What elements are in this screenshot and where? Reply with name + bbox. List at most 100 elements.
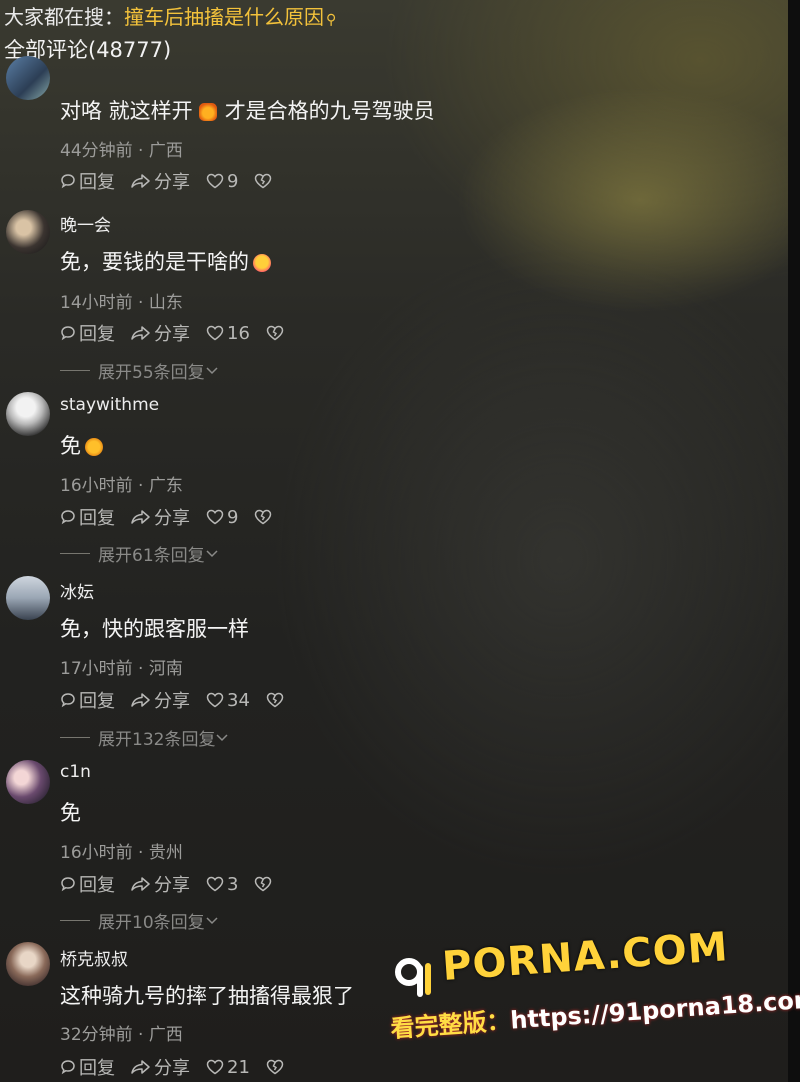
reply-button[interactable]: 回复 — [60, 504, 115, 530]
expand-divider — [60, 737, 90, 738]
reply-button[interactable]: 回复 — [60, 1054, 115, 1080]
reply-bubble-icon — [61, 510, 75, 525]
expand-replies-button[interactable]: 展开55条回复 — [60, 358, 219, 383]
comment-username[interactable]: 晚一会 — [60, 211, 111, 236]
comment-username[interactable]: 冰妘 — [60, 578, 94, 603]
heart-icon — [206, 509, 224, 525]
reply-button[interactable]: 回复 — [60, 687, 115, 713]
like-button[interactable]: 9 — [206, 171, 238, 192]
like-button[interactable]: 3 — [206, 874, 238, 895]
reply-button[interactable]: 回复 — [60, 320, 115, 346]
search-term-link[interactable]: 撞车后抽搐是什么原因 — [124, 5, 324, 29]
like-button[interactable]: 9 — [206, 507, 238, 528]
comments-total: 全部评论(48777) — [4, 38, 172, 62]
comment-text-part: 免，快的跟客服一样 — [60, 617, 249, 641]
avatar[interactable] — [6, 576, 50, 620]
expand-replies-button[interactable]: 展开10条回复 — [60, 908, 219, 933]
comment-meta: 14小时前 · 山东 — [60, 293, 183, 313]
avatar[interactable] — [6, 392, 50, 436]
comment-meta: 16小时前 · 广东 — [60, 476, 183, 496]
comments-header: 大家都在搜：撞车后抽搐是什么原因 ⚲ 全部评论(48777) — [4, 2, 336, 65]
comment-username[interactable]: c1n — [60, 762, 91, 782]
comment-meta: 32分钟前 · 广西 — [60, 1025, 183, 1045]
comment-text: 免 — [60, 430, 103, 460]
dislike-button[interactable] — [254, 876, 275, 892]
reply-label: 回复 — [79, 1058, 115, 1079]
share-button[interactable]: 分享 — [131, 320, 190, 346]
comment-text-part: 才是合格的九号驾驶员 — [224, 99, 435, 123]
avatar[interactable] — [6, 942, 50, 986]
like-count: 3 — [227, 873, 239, 895]
like-count: 16 — [227, 322, 250, 344]
like-count: 9 — [227, 506, 239, 528]
angry-face-emoji-icon — [85, 438, 103, 456]
like-button[interactable]: 21 — [206, 1057, 250, 1078]
share-arrow-icon — [131, 693, 150, 707]
reply-label: 回复 — [79, 508, 115, 529]
thumbs-up-emoji-icon — [198, 103, 217, 121]
share-label: 分享 — [154, 324, 190, 345]
chevron-down-icon — [206, 366, 218, 374]
reply-bubble-icon — [61, 1060, 75, 1075]
like-count: 21 — [227, 1056, 250, 1078]
watermark-url-text: https://91porna18.com — [509, 985, 800, 1035]
comment-meta: 17小时前 · 河南 — [60, 659, 183, 679]
avatar[interactable] — [6, 760, 50, 804]
broken-heart-icon — [255, 509, 272, 525]
comment-meta: 44分钟前 · 广西 — [60, 141, 183, 161]
reply-label: 回复 — [79, 172, 115, 193]
dislike-button[interactable] — [266, 692, 287, 708]
expand-replies-button[interactable]: 展开61条回复 — [60, 541, 219, 566]
share-arrow-icon — [131, 1060, 150, 1074]
search-suggestion[interactable]: 大家都在搜：撞车后抽搐是什么原因 ⚲ — [4, 2, 336, 35]
right-edge-strip — [788, 0, 800, 1082]
dislike-button[interactable] — [266, 325, 287, 341]
comment-actions: 回复 分享 34 — [60, 687, 303, 713]
search-icon: ⚲ — [326, 12, 337, 28]
comment-text-part: 免 — [60, 434, 81, 458]
share-button[interactable]: 分享 — [131, 504, 190, 530]
expand-divider — [60, 370, 90, 371]
heart-icon — [206, 1059, 224, 1075]
expand-replies-button[interactable]: 展开132条回复 — [60, 725, 229, 750]
share-arrow-icon — [131, 510, 150, 524]
heart-icon — [206, 173, 224, 189]
comment-username[interactable]: staywithme — [60, 395, 159, 415]
comment-actions: 回复 分享 16 — [60, 320, 303, 346]
share-label: 分享 — [154, 691, 190, 712]
comment-text-part: 免，要钱的是干啥的 — [60, 250, 249, 274]
share-button[interactable]: 分享 — [131, 168, 190, 194]
heart-icon — [206, 876, 224, 892]
avatar[interactable] — [6, 210, 50, 254]
broken-heart-icon — [266, 325, 284, 341]
reply-bubble-icon — [61, 326, 75, 341]
reply-button[interactable]: 回复 — [60, 871, 115, 897]
blushing-face-emoji-icon — [253, 254, 271, 272]
broken-heart-icon — [255, 173, 272, 189]
share-label: 分享 — [154, 1058, 190, 1079]
share-button[interactable]: 分享 — [131, 687, 190, 713]
dislike-button[interactable] — [266, 1059, 287, 1075]
dislike-button[interactable] — [254, 509, 275, 525]
heart-icon — [206, 692, 224, 708]
comment-username[interactable]: 桥克叔叔 — [60, 945, 128, 970]
reply-bubble-icon — [61, 693, 75, 708]
comment-text-part: 对咯 就这样开 — [60, 99, 193, 123]
comment-actions: 回复 分享 9 — [60, 504, 291, 530]
reply-label: 回复 — [79, 691, 115, 712]
comment-text-part: 免 — [60, 801, 81, 825]
like-button[interactable]: 16 — [206, 323, 250, 344]
share-button[interactable]: 分享 — [131, 871, 190, 897]
reply-button[interactable]: 回复 — [60, 168, 115, 194]
like-button[interactable]: 34 — [206, 690, 250, 711]
comment-actions: 回复 分享 9 — [60, 168, 291, 194]
dislike-button[interactable] — [254, 173, 275, 189]
comment-text: 免，要钱的是干啥的 — [60, 246, 271, 276]
share-button[interactable]: 分享 — [131, 1054, 190, 1080]
reply-bubble-icon — [61, 174, 75, 189]
reply-bubble-icon — [61, 877, 75, 892]
avatar[interactable] — [6, 56, 50, 100]
expand-label: 展开55条回复 — [98, 363, 205, 383]
share-label: 分享 — [154, 508, 190, 529]
share-label: 分享 — [154, 875, 190, 896]
